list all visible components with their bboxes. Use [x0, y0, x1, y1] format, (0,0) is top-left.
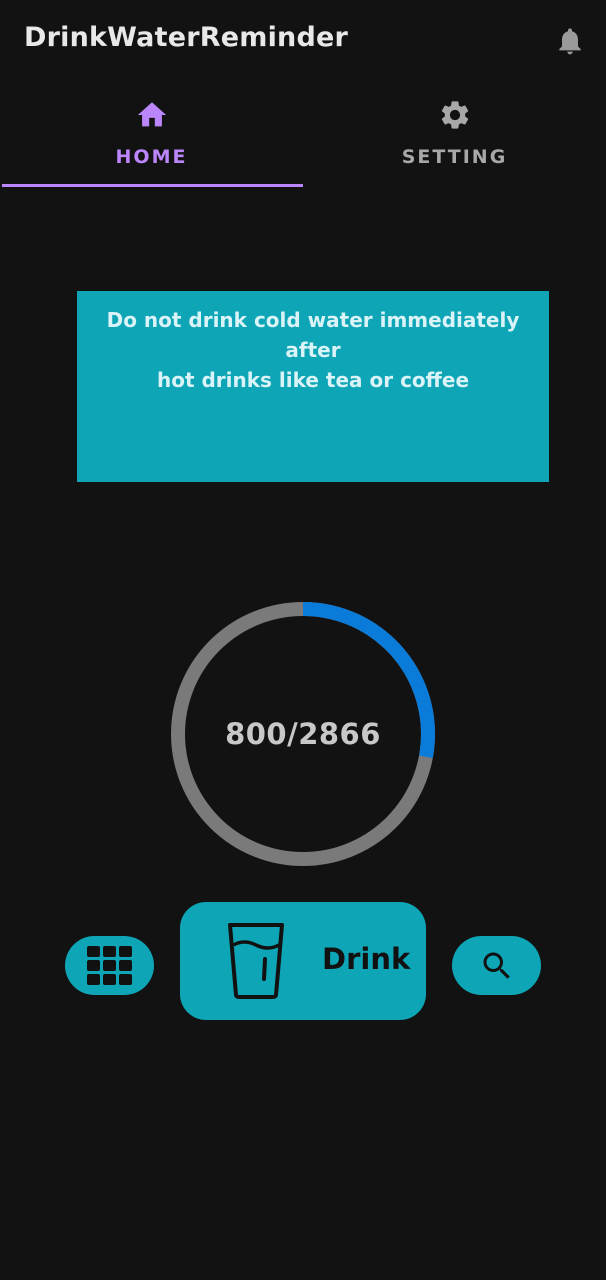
drink-label: Drink — [322, 942, 411, 976]
tip-text: Do not drink cold water immediately afte… — [106, 308, 520, 392]
grid-icon — [86, 945, 132, 985]
tab-setting[interactable]: SETTING — [303, 90, 606, 188]
search-button[interactable] — [452, 936, 541, 995]
water-progress-ring: 800/2866 — [170, 601, 436, 867]
tab-bar: HOME SETTING — [0, 90, 606, 190]
tip-card: Do not drink cold water immediately afte… — [77, 291, 549, 482]
tab-home-label: HOME — [115, 146, 188, 168]
app-screen: DrinkWaterReminder HOME SETTING Do not d… — [0, 0, 606, 1280]
bell-icon[interactable] — [554, 24, 586, 58]
water-glass-icon — [228, 923, 284, 999]
grid-button[interactable] — [65, 936, 154, 995]
tab-indicator — [2, 184, 303, 187]
search-icon — [483, 952, 510, 979]
home-icon — [137, 102, 166, 127]
tab-setting-label: SETTING — [401, 146, 508, 168]
progress-label: 800/2866 — [225, 717, 381, 751]
app-bar: DrinkWaterReminder — [0, 0, 606, 84]
app-title: DrinkWaterReminder — [24, 22, 349, 53]
tab-home[interactable]: HOME — [0, 90, 303, 188]
gear-icon — [441, 101, 468, 129]
drink-button[interactable]: Drink — [180, 902, 426, 1020]
